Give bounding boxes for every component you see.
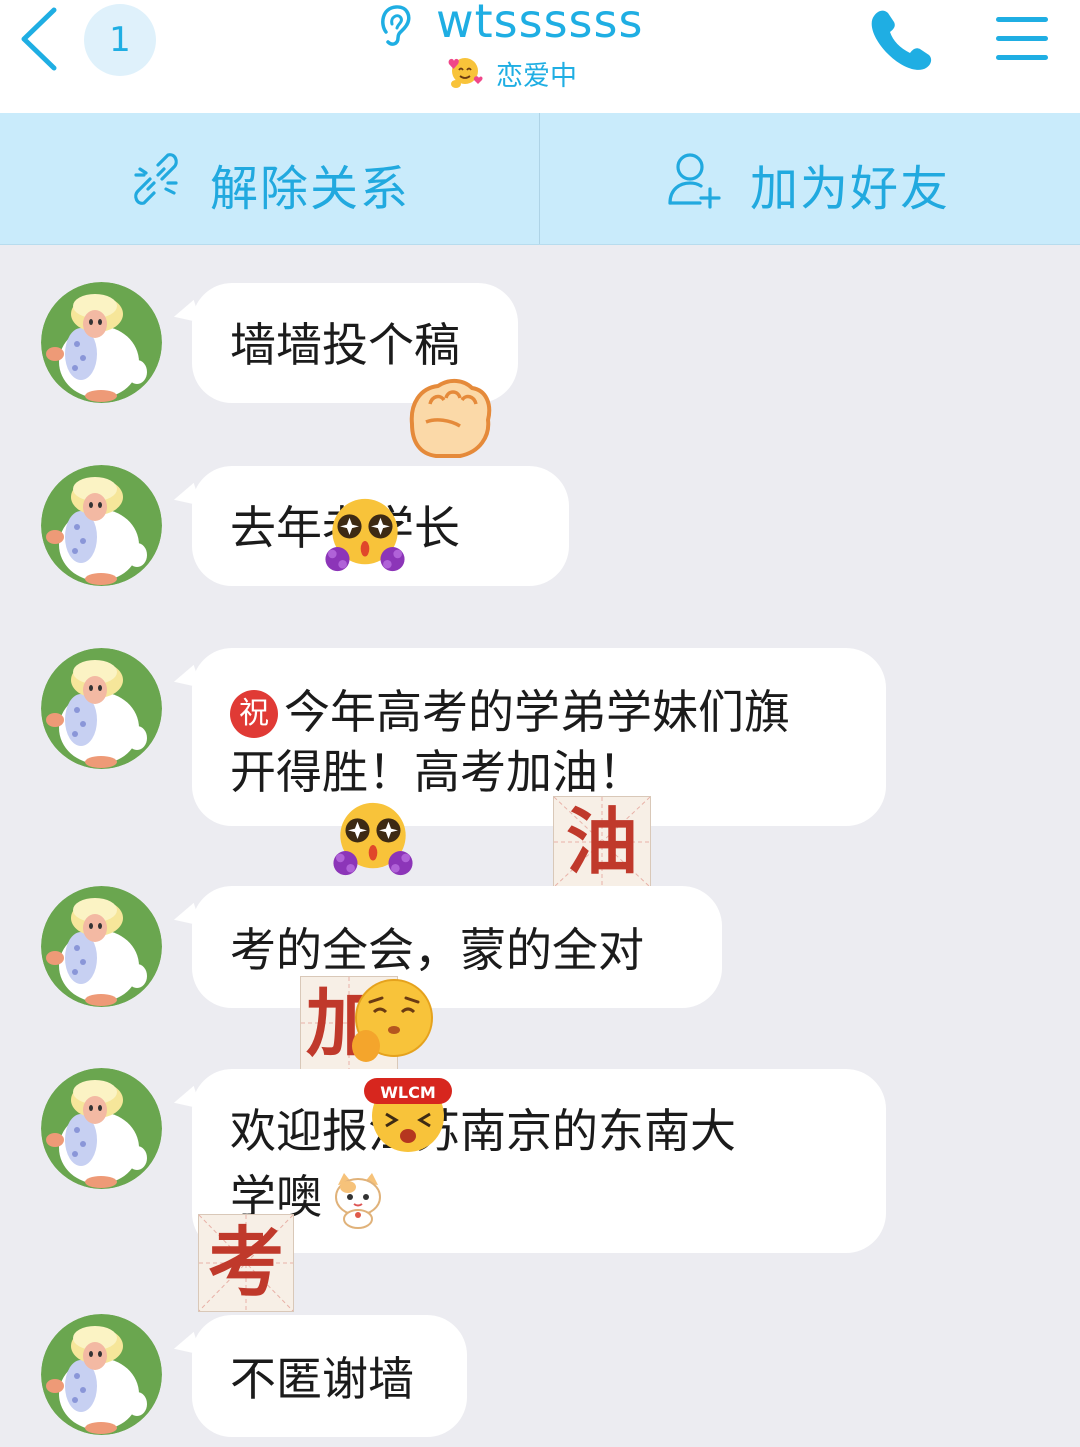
- welcome-emoji-icon: WLCM: [364, 1078, 452, 1152]
- add-friend-button[interactable]: 加为好友: [540, 113, 1079, 244]
- sender-avatar[interactable]: [41, 282, 162, 403]
- menu-icon: [996, 17, 1048, 60]
- unbind-label: 解除关系: [210, 161, 411, 217]
- status-text: 恋爱中: [496, 61, 577, 92]
- sparkle-eyes-emoji-icon: [314, 492, 416, 578]
- add-friend-label: 加为好友: [750, 161, 951, 217]
- ear-icon: [381, 5, 411, 46]
- you-character-sticker: 油: [553, 796, 651, 888]
- message-bubble[interactable]: 祝 今年高考的学弟学妹们旗 开得胜！高考加油！: [192, 648, 886, 826]
- message-bubble[interactable]: 欢迎报江苏南京的东南大 学噢: [192, 1069, 886, 1253]
- avatar-image: [41, 465, 162, 586]
- cat-emoji-icon: [335, 1173, 381, 1229]
- fist-sticker-icon: [409, 379, 492, 458]
- message-text-line: 欢迎报江苏南京的东南大: [230, 1104, 736, 1158]
- sparkle-eyes-emoji-icon: [324, 796, 422, 882]
- phone-icon: [871, 10, 932, 70]
- avatar-image: [41, 648, 162, 769]
- relationship-action-bar: 解除关系 加为好友: [0, 113, 1080, 245]
- unread-count-badge[interactable]: 1: [84, 4, 156, 76]
- avatar-image: [41, 1068, 162, 1189]
- relationship-status: 恋爱中: [446, 52, 646, 92]
- contact-name: wtssssss: [436, 0, 644, 48]
- sender-avatar[interactable]: [41, 465, 162, 586]
- add-user-icon: [668, 153, 721, 209]
- message-text: 考的全会，蒙的全对: [230, 923, 644, 977]
- celebrate-badge: 祝: [230, 690, 278, 738]
- kao-character-sticker: 考: [198, 1214, 294, 1312]
- message-text: 不匿谢墙: [230, 1352, 414, 1406]
- contact-title[interactable]: wtssssss: [370, 0, 670, 50]
- sender-avatar[interactable]: [41, 1068, 162, 1189]
- back-button[interactable]: [14, 6, 64, 72]
- call-button[interactable]: [866, 6, 936, 72]
- sticker-character: 考: [208, 1218, 284, 1307]
- chevron-left-icon: [21, 7, 57, 71]
- message-text: 墙墙投个稿: [230, 318, 460, 372]
- sender-avatar[interactable]: [41, 886, 162, 1007]
- message-text-line: 今年高考的学弟学妹们旗: [284, 685, 790, 739]
- sender-avatar[interactable]: [41, 1314, 162, 1435]
- pleading-emoji-icon: [352, 979, 433, 1062]
- avatar-image: [41, 282, 162, 403]
- chat-header: 1 wtssssss 恋爱中: [0, 0, 1080, 113]
- sticker-character: 油: [565, 800, 638, 884]
- sender-avatar[interactable]: [41, 648, 162, 769]
- message-bubble[interactable]: 考的全会，蒙的全对: [192, 886, 722, 1008]
- hug-emoji-icon: [448, 58, 483, 88]
- message-bubble[interactable]: 不匿谢墙: [192, 1315, 467, 1437]
- menu-button[interactable]: [994, 14, 1050, 64]
- unbind-relationship-button[interactable]: 解除关系: [0, 113, 539, 244]
- broken-link-icon: [134, 153, 178, 205]
- avatar-image: [41, 1314, 162, 1435]
- wlcm-sticker-text: WLCM: [380, 1083, 436, 1102]
- avatar-image: [41, 886, 162, 1007]
- message-text-line: 开得胜！高考加油！: [230, 745, 644, 799]
